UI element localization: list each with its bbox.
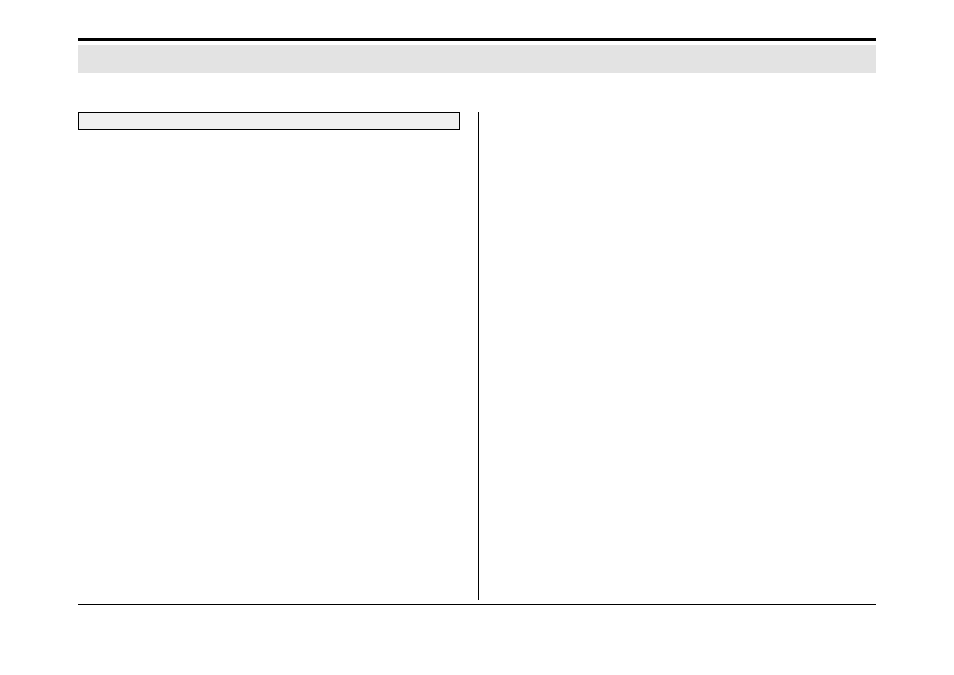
left-box (78, 112, 460, 130)
column-divider (478, 112, 479, 600)
bottom-rule (78, 604, 876, 605)
right-column (494, 112, 876, 600)
header-band (78, 45, 876, 73)
content-columns (78, 112, 876, 600)
page-header (78, 38, 876, 73)
left-column (78, 112, 466, 600)
top-rule (78, 38, 876, 41)
